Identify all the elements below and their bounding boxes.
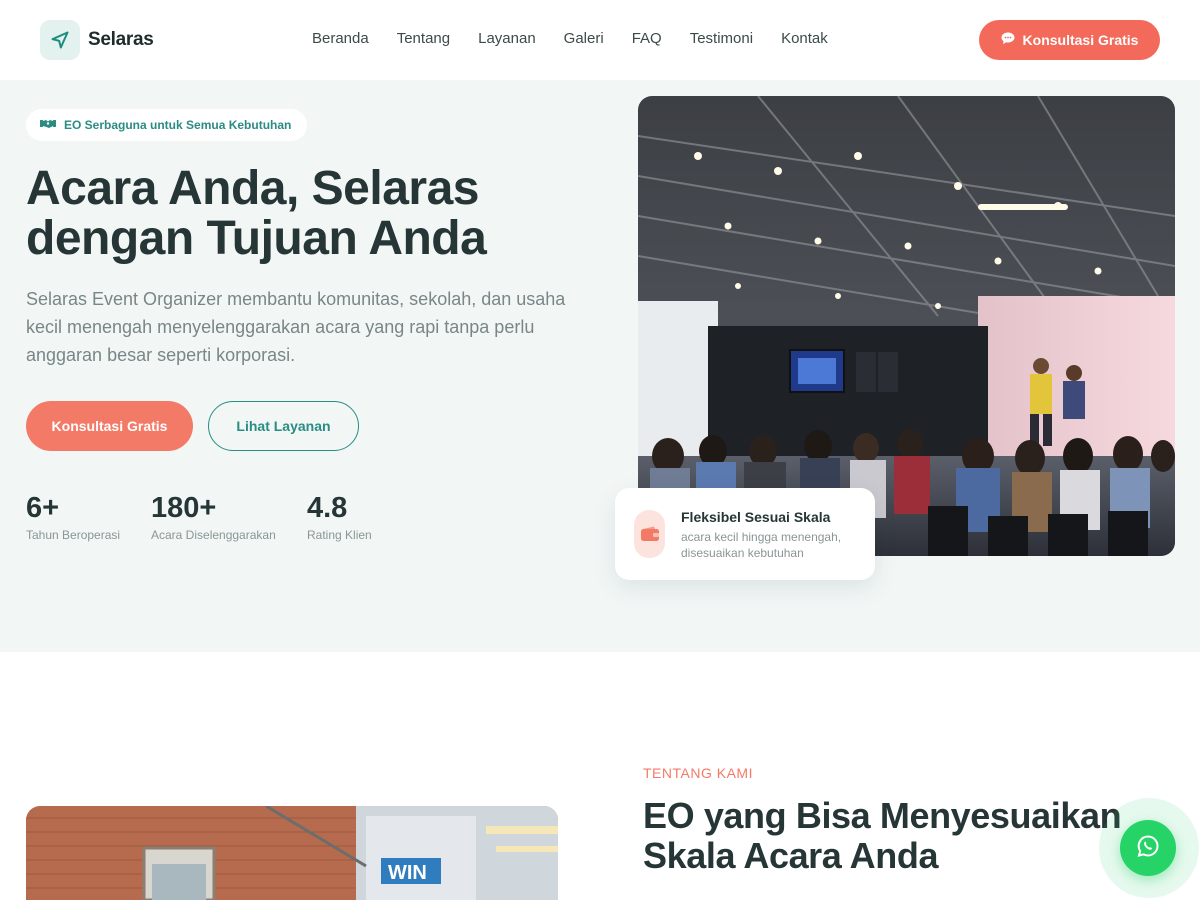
stat-value: 180+ (151, 492, 217, 524)
view-services-button[interactable]: Lihat Layanan (208, 401, 359, 451)
hero-title-line-1: Acara Anda, Selaras (26, 162, 479, 215)
hero-badge: EO Serbaguna untuk Semua Kebutuhan (26, 109, 308, 141)
main-nav: Beranda Tentang Layanan Galeri FAQ Testi… (312, 30, 828, 47)
nav-link-beranda[interactable]: Beranda (312, 30, 369, 47)
header-consult-button[interactable]: Konsultasi Gratis (979, 20, 1160, 60)
header-consult-label: Konsultasi Gratis (1022, 32, 1139, 48)
chat-bubble-icon (1001, 32, 1015, 48)
about-eyebrow: TENTANG KAMI (643, 765, 753, 781)
stat-label: Tahun Beroperasi (26, 528, 121, 542)
hero-consult-button[interactable]: Konsultasi Gratis (26, 401, 193, 451)
hero-title: Acara Anda, Selaras dengan Tujuan Anda (26, 164, 586, 264)
hero-event-photo (638, 96, 1175, 556)
flexible-scale-card: Fleksibel Sesuai Skala acara kecil hingg… (615, 488, 875, 580)
stat-value: 4.8 (307, 492, 348, 524)
feature-card-subtitle: acara kecil hingga menengah, disesuaikan… (681, 530, 842, 560)
hero-description: Selaras Event Organizer membantu komunit… (26, 289, 566, 365)
whatsapp-icon (1136, 834, 1160, 863)
stat-events: 180+ Acara Diselenggarakan (151, 492, 276, 542)
send-icon (40, 20, 80, 60)
about-title: EO yang Bisa Menyesuaikan Skala Acara An… (643, 795, 1122, 876)
stat-label: Rating Klien (307, 528, 372, 542)
about-office-photo: WIN (26, 806, 558, 900)
hero-badge-text: EO Serbaguna untuk Semua Kebutuhan (64, 118, 292, 132)
nav-link-kontak[interactable]: Kontak (781, 30, 828, 47)
stat-value: 6+ (26, 492, 60, 524)
hero-title-line-2: dengan Tujuan Anda (26, 212, 487, 265)
whatsapp-button[interactable] (1120, 820, 1176, 876)
nav-link-faq[interactable]: FAQ (632, 30, 662, 47)
stat-rating: 4.8 Rating Klien (307, 492, 372, 542)
feature-card-title: Fleksibel Sesuai Skala (681, 509, 831, 525)
svg-text:WIN: WIN (388, 862, 427, 884)
stat-label: Acara Diselenggarakan (151, 528, 276, 542)
handshake-icon (40, 118, 56, 132)
hero-section: EO Serbaguna untuk Semua Kebutuhan Acara… (0, 80, 1200, 652)
site-header: Selaras Beranda Tentang Layanan Galeri F… (0, 0, 1200, 80)
brand-name: Selaras (88, 29, 154, 50)
wallet-icon (634, 510, 665, 558)
stat-years: 6+ Tahun Beroperasi (26, 492, 120, 542)
nav-link-tentang[interactable]: Tentang (397, 30, 450, 47)
nav-link-testimoni[interactable]: Testimoni (690, 30, 753, 47)
nav-link-galeri[interactable]: Galeri (564, 30, 604, 47)
brand[interactable]: Selaras (40, 20, 154, 60)
nav-link-layanan[interactable]: Layanan (478, 30, 536, 47)
